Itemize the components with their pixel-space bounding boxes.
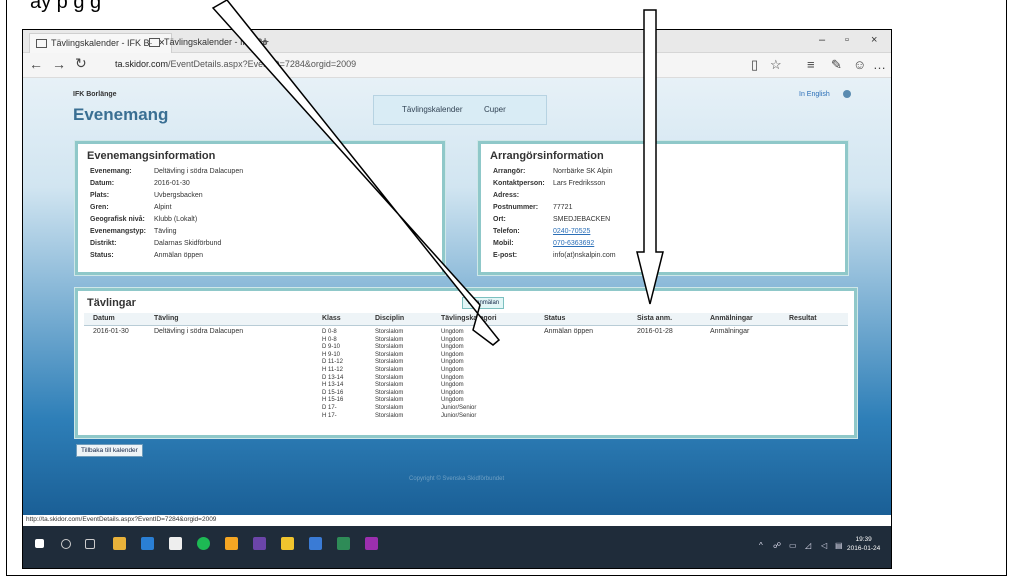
vertical-arrow xyxy=(636,9,664,305)
annotation-arrows xyxy=(211,0,664,346)
diagonal-arrow xyxy=(211,0,501,346)
